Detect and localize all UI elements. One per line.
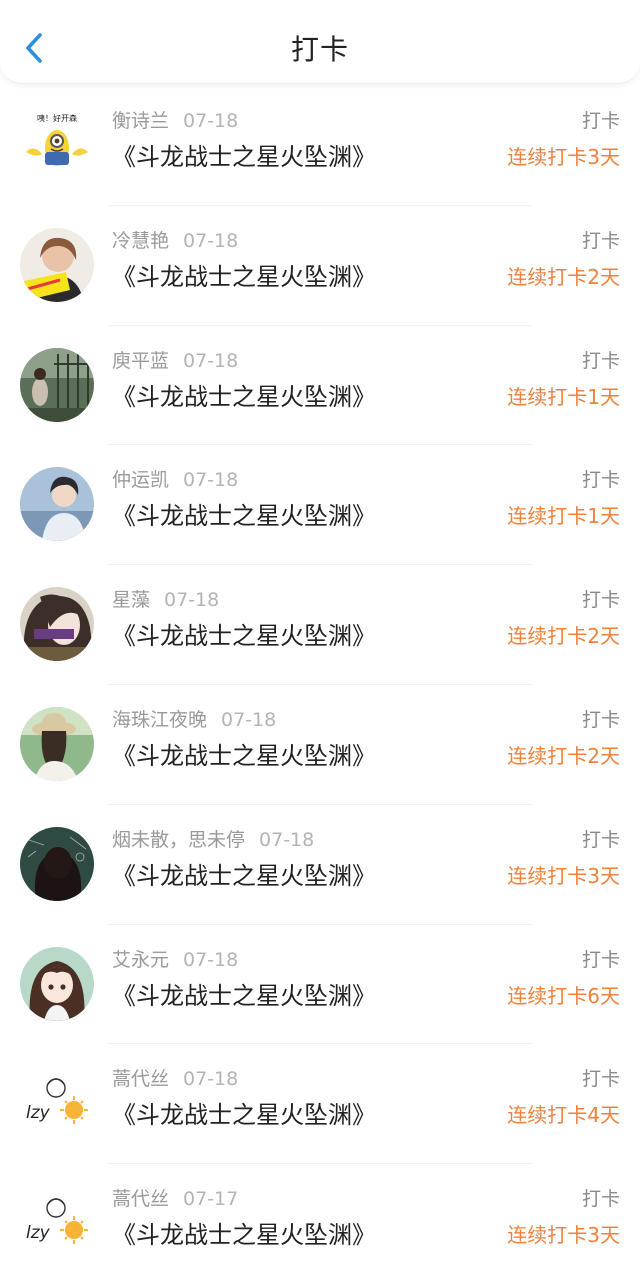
streak-count: 连续打卡3天 bbox=[507, 1223, 620, 1248]
user-name: 艾永元 bbox=[112, 948, 170, 971]
sun-doodle-avatar-image: lzy bbox=[20, 1066, 94, 1141]
avatar-badge: lzy bbox=[26, 1103, 51, 1123]
streak-count: 连续打卡3天 bbox=[507, 863, 620, 888]
checkin-list: 咦！好开森 衡诗兰 07-18 《斗龙战士之星火坠渊》 打卡 连续打卡3天 冷慧… bbox=[0, 86, 640, 1284]
checkin-date: 07-18 bbox=[183, 229, 239, 252]
checkin-date: 07-18 bbox=[259, 828, 315, 851]
checkin-label[interactable]: 打卡 bbox=[582, 587, 620, 613]
user-name: 星藻 bbox=[112, 589, 151, 612]
book-title: 《斗龙战士之星火坠渊》 bbox=[112, 1101, 376, 1130]
avatar[interactable]: lzy bbox=[20, 1066, 94, 1141]
sun-doodle-avatar-image: lzy bbox=[20, 1186, 94, 1261]
anime-girl-avatar-image bbox=[20, 946, 94, 1021]
chalkboard-avatar-image bbox=[20, 826, 94, 901]
book-title: 《斗龙战士之星火坠渊》 bbox=[112, 262, 376, 291]
list-item[interactable]: lzy 蒿代丝 07-18 《斗龙战士之星火坠渊》 打卡 连续打卡4天 bbox=[0, 1044, 640, 1165]
list-item[interactable]: 烟未散，思未停 07-18 《斗龙战士之星火坠渊》 打卡 连续打卡3天 bbox=[0, 805, 640, 925]
top-bar: 打卡 bbox=[0, 0, 640, 84]
streak-count: 连续打卡2天 bbox=[507, 264, 620, 289]
avatar[interactable] bbox=[20, 347, 94, 422]
book-title: 《斗龙战士之星火坠渊》 bbox=[112, 622, 376, 651]
streak-count: 连续打卡1天 bbox=[507, 504, 620, 529]
list-item[interactable]: 海珠江夜晚 07-18 《斗龙战士之星火坠渊》 打卡 连续打卡2天 bbox=[0, 685, 640, 805]
user-name: 蒿代丝 bbox=[112, 1068, 170, 1091]
streak-count: 连续打卡2天 bbox=[507, 743, 620, 768]
outdoor-avatar-image bbox=[20, 347, 94, 422]
checkin-label[interactable]: 打卡 bbox=[582, 947, 620, 973]
streak-count: 连续打卡1天 bbox=[507, 384, 620, 409]
avatar[interactable]: 咦！好开森 bbox=[20, 108, 94, 182]
book-title: 《斗龙战士之星火坠渊》 bbox=[112, 981, 376, 1010]
checkin-date: 07-18 bbox=[183, 349, 239, 372]
avatar[interactable] bbox=[20, 587, 94, 662]
checkin-date: 07-18 bbox=[221, 708, 277, 731]
streak-count: 连续打卡2天 bbox=[507, 624, 620, 649]
avatar[interactable] bbox=[20, 467, 94, 542]
streak-count: 连续打卡4天 bbox=[507, 1103, 620, 1128]
streak-count: 连续打卡3天 bbox=[507, 145, 620, 169]
user-name: 海珠江夜晚 bbox=[112, 708, 208, 731]
book-title: 《斗龙战士之星火坠渊》 bbox=[112, 741, 376, 770]
checkin-date: 07-18 bbox=[164, 589, 220, 612]
streak-count: 连续打卡6天 bbox=[507, 983, 620, 1008]
user-name: 蒿代丝 bbox=[112, 1188, 170, 1211]
hat-girl-avatar-image bbox=[20, 706, 94, 781]
user-name: 庾平蓝 bbox=[112, 349, 170, 372]
checkin-label[interactable]: 打卡 bbox=[582, 1186, 620, 1212]
list-item[interactable]: 艾永元 07-18 《斗龙战士之星火坠渊》 打卡 连续打卡6天 bbox=[0, 925, 640, 1045]
user-name: 衡诗兰 bbox=[112, 110, 170, 132]
user-name: 仲运凯 bbox=[112, 469, 170, 492]
list-item[interactable]: 星藻 07-18 《斗龙战士之星火坠渊》 打卡 连续打卡2天 bbox=[0, 565, 640, 685]
book-title: 《斗龙战士之星火坠渊》 bbox=[112, 861, 376, 890]
portrait-avatar-image bbox=[20, 227, 94, 302]
avatar[interactable] bbox=[20, 826, 94, 901]
checkin-label[interactable]: 打卡 bbox=[582, 348, 620, 374]
avatar[interactable] bbox=[20, 227, 94, 302]
checkin-label[interactable]: 打卡 bbox=[582, 1066, 620, 1092]
minion-avatar-image: 咦！好开森 bbox=[20, 108, 94, 182]
list-item[interactable]: lzy 蒿代丝 07-17 《斗龙战士之星火坠渊》 打卡 连续打卡3天 bbox=[0, 1164, 640, 1284]
checkin-date: 07-18 bbox=[183, 110, 239, 132]
checkin-date: 07-17 bbox=[183, 1188, 239, 1211]
portrait-avatar-image bbox=[20, 587, 94, 662]
book-title: 《斗龙战士之星火坠渊》 bbox=[112, 502, 376, 531]
list-item[interactable]: 仲运凯 07-18 《斗龙战士之星火坠渊》 打卡 连续打卡1天 bbox=[0, 445, 640, 566]
checkin-date: 07-18 bbox=[183, 948, 239, 971]
checkin-label[interactable]: 打卡 bbox=[582, 467, 620, 493]
avatar[interactable]: lzy bbox=[20, 1186, 94, 1261]
checkin-label[interactable]: 打卡 bbox=[582, 827, 620, 853]
book-title: 《斗龙战士之星火坠渊》 bbox=[112, 382, 376, 411]
book-title: 《斗龙战士之星火坠渊》 bbox=[112, 143, 376, 171]
checkin-label[interactable]: 打卡 bbox=[582, 228, 620, 254]
avatar-badge: 咦！好开森 bbox=[37, 113, 77, 123]
checkin-date: 07-18 bbox=[183, 1068, 239, 1091]
list-item[interactable]: 庾平蓝 07-18 《斗龙战士之星火坠渊》 打卡 连续打卡1天 bbox=[0, 326, 640, 446]
portrait-avatar-image bbox=[20, 467, 94, 542]
checkin-date: 07-18 bbox=[183, 469, 239, 492]
avatar[interactable] bbox=[20, 706, 94, 781]
list-item[interactable]: 咦！好开森 衡诗兰 07-18 《斗龙战士之星火坠渊》 打卡 连续打卡3天 bbox=[0, 86, 640, 206]
avatar-badge: lzy bbox=[26, 1223, 51, 1243]
avatar[interactable] bbox=[20, 946, 94, 1021]
page-title: 打卡 bbox=[290, 33, 349, 66]
book-title: 《斗龙战士之星火坠渊》 bbox=[112, 1221, 376, 1250]
checkin-label[interactable]: 打卡 bbox=[582, 707, 620, 733]
user-name: 冷慧艳 bbox=[112, 229, 170, 252]
checkin-label[interactable]: 打卡 bbox=[582, 108, 620, 134]
user-name: 烟未散，思未停 bbox=[112, 828, 246, 851]
list-item[interactable]: 冷慧艳 07-18 《斗龙战士之星火坠渊》 打卡 连续打卡2天 bbox=[0, 206, 640, 326]
